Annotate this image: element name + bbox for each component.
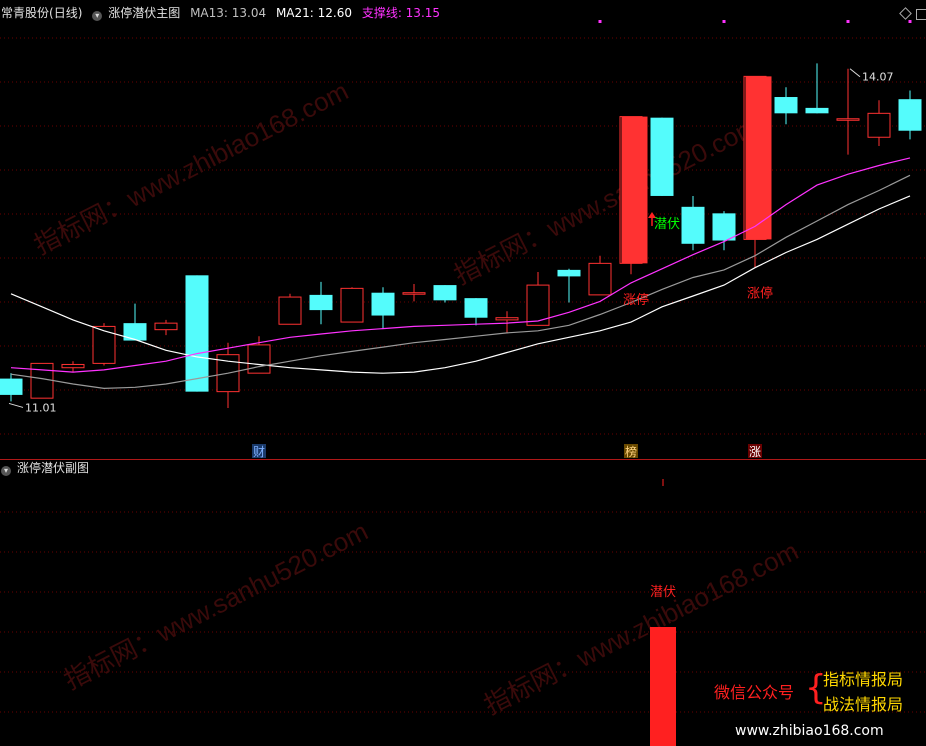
candle xyxy=(123,303,147,341)
candle-body xyxy=(898,99,922,131)
candle-body xyxy=(495,317,519,321)
limit-up-label: 涨停 xyxy=(623,292,649,308)
candle xyxy=(588,255,612,296)
candle-body xyxy=(588,262,612,296)
sub-signal-bar xyxy=(650,627,676,746)
candle-body xyxy=(92,325,116,364)
chevron-down-icon[interactable]: ▾ xyxy=(1,466,11,476)
candle-body xyxy=(805,107,829,114)
ma13-value: MA13: 13.04 xyxy=(190,6,267,20)
candle-body xyxy=(61,363,85,369)
high-price-pointer xyxy=(849,68,861,78)
watermark-text: 指标网：www.zhibiao168.com xyxy=(29,76,353,261)
candle-body xyxy=(0,378,23,395)
low-price-label: 11.01 xyxy=(25,401,57,414)
watermark-layer: 指标网：www.zhibiao168.com 指标网：www.sanhu520.… xyxy=(29,76,803,721)
candlestick-series xyxy=(0,63,922,408)
sub-indicator-name[interactable]: 涨停潜伏副图 xyxy=(17,461,89,475)
limit-up-label: 涨停 xyxy=(747,286,773,302)
candle-body xyxy=(154,322,178,331)
candle xyxy=(681,195,705,251)
purple-dot xyxy=(908,20,912,23)
candle xyxy=(0,373,23,402)
candle xyxy=(340,287,364,323)
candle-body xyxy=(712,213,736,241)
candle-body xyxy=(185,275,209,392)
candle xyxy=(278,293,302,325)
bottom-event-markers[interactable]: 财榜涨 xyxy=(252,444,762,459)
candle-body xyxy=(557,269,581,277)
ma21-value: MA21: 12.60 xyxy=(275,6,352,20)
candle-body xyxy=(309,294,333,311)
event-marker-text: 财 xyxy=(253,445,265,459)
candle xyxy=(30,362,54,399)
candle xyxy=(371,287,395,329)
candle-body xyxy=(278,296,302,325)
candle-body xyxy=(774,97,798,114)
ad-url[interactable]: www.zhibiao168.com xyxy=(735,721,884,741)
candle-body xyxy=(836,118,860,121)
candle-body xyxy=(464,298,488,318)
ad-wechat-label: 微信公众号 xyxy=(714,683,795,702)
event-marker: 榜 xyxy=(624,444,638,459)
ad-line1: 指标情报局 xyxy=(823,670,904,689)
candle-body xyxy=(681,206,705,244)
purple-dot xyxy=(722,20,726,23)
low-price-pointer xyxy=(8,402,24,408)
candle-body xyxy=(371,292,395,316)
candle xyxy=(805,63,829,114)
ad-line2: 战法情报局 xyxy=(823,695,904,714)
sub-chart-header: ▾ 涨停潜伏副图 xyxy=(1,461,95,476)
candle xyxy=(867,100,891,146)
candle-body xyxy=(247,344,271,374)
candle xyxy=(185,275,209,392)
event-marker-text: 涨 xyxy=(749,444,761,459)
main-chart-header: 常青股份(日线) ▾ 涨停潜伏主图 MA13: 13.04 MA21: 12.60… xyxy=(1,6,446,21)
limit-up-candle-body xyxy=(745,76,772,240)
period-label[interactable]: (日线) xyxy=(49,6,82,20)
candle-body xyxy=(650,117,674,196)
candle xyxy=(650,117,674,196)
event-marker: 财 xyxy=(252,444,266,459)
candle xyxy=(309,281,333,325)
purple-dot-markers xyxy=(598,20,912,23)
sub-ambush-label: 潜伏 xyxy=(650,585,676,600)
high-price-label: 14.07 xyxy=(862,71,894,84)
candle-body xyxy=(123,323,147,341)
candle-body xyxy=(433,285,457,301)
candle xyxy=(433,285,457,303)
event-marker-text: 榜 xyxy=(625,444,637,459)
maximize-icon[interactable] xyxy=(916,9,926,20)
main-indicator-name[interactable]: 涨停潜伏主图 xyxy=(108,6,180,20)
stock-name[interactable]: 常青股份 xyxy=(1,6,49,20)
purple-dot xyxy=(846,20,850,23)
stock-chart-canvas[interactable]: 指标网：www.zhibiao168.com 指标网：www.sanhu520.… xyxy=(0,0,926,746)
candle-body xyxy=(340,287,364,323)
chevron-down-icon[interactable]: ▾ xyxy=(92,11,103,21)
purple-dot xyxy=(598,20,602,23)
watermark-text: 指标网：www.sanhu520.com xyxy=(59,516,373,696)
candle xyxy=(216,342,240,408)
candle xyxy=(61,361,85,373)
event-marker: 涨 xyxy=(748,444,762,459)
candle xyxy=(557,268,581,303)
candle xyxy=(402,284,426,302)
candle xyxy=(92,323,116,366)
limit-up-candle-body xyxy=(621,116,648,264)
candle xyxy=(464,298,488,326)
candle xyxy=(154,319,178,336)
ambush-label: 潜伏 xyxy=(654,217,680,232)
candle-body xyxy=(30,362,54,399)
candle xyxy=(898,90,922,140)
candle-body xyxy=(867,112,891,138)
candle-body xyxy=(402,292,426,295)
support-value: 支撑线: 13.15 xyxy=(361,6,441,20)
grid-lines xyxy=(0,37,926,713)
candle xyxy=(526,272,550,326)
candle xyxy=(774,87,798,125)
